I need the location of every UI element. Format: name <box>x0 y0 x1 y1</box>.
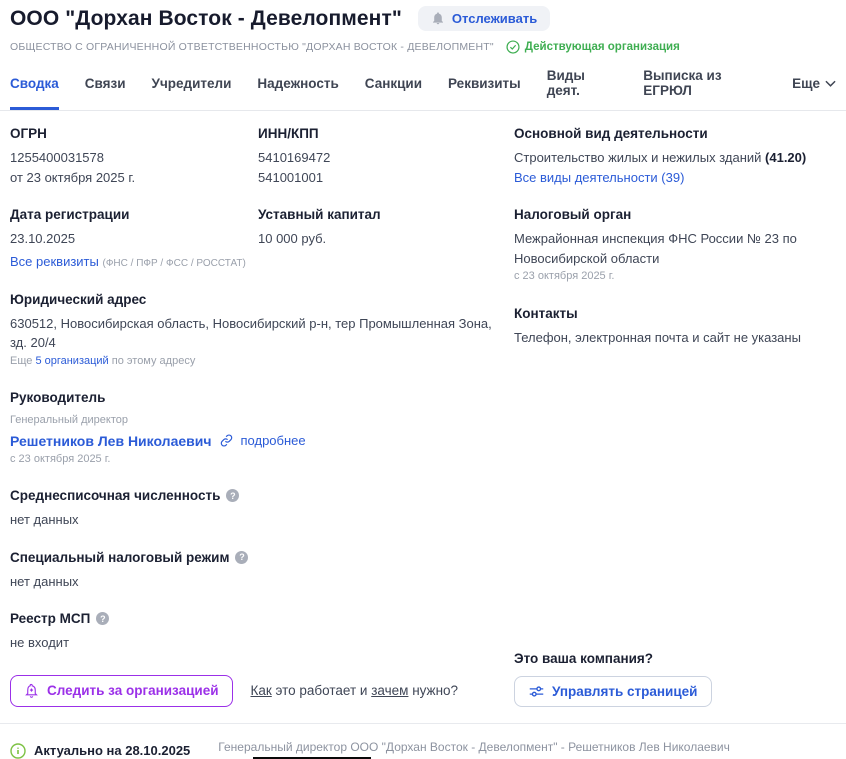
tax-authority-value: Межрайонная инспекция ФНС России № 23 по… <box>514 229 834 268</box>
company-full-name: ОБЩЕСТВО С ОГРАНИЧЕННОЙ ОТВЕТСТВЕННОСТЬЮ… <box>10 41 494 53</box>
how-link[interactable]: Как <box>251 683 272 698</box>
all-requisites-link[interactable]: Все реквизиты <box>10 254 99 269</box>
bell-plus-icon <box>24 683 39 699</box>
page-header: ООО "Дорхан Восток - Девелопмент" Отслеж… <box>0 0 846 54</box>
link-icon <box>220 434 233 447</box>
same-address-orgs-link[interactable]: 5 организаций <box>35 355 108 367</box>
your-company-block: Это ваша компания? Управлять страницей <box>514 651 836 707</box>
capital-label: Уставный капитал <box>258 207 512 222</box>
main-activity-block: Основной вид деятельности Строительство … <box>514 126 836 187</box>
requisites-note: (ФНС / ПФР / ФСС / РОССТАТ) <box>102 258 245 269</box>
inn-value: 5410169472 <box>258 148 512 168</box>
headcount-block: Среднесписочная численность ? нет данных <box>10 488 512 530</box>
capital-value: 10 000 руб. <box>258 229 512 249</box>
contacts-label: Контакты <box>514 306 836 321</box>
reg-date-value: 23.10.2025 <box>10 229 258 249</box>
all-activities-link[interactable]: Все виды деятельности (39) <box>514 170 684 185</box>
reg-date-block: Дата регистрации 23.10.2025 Все реквизит… <box>10 207 258 272</box>
headcount-help-icon[interactable]: ? <box>226 489 239 502</box>
tab-bar: Сводка Связи Учредители Надежность Санкц… <box>0 54 846 111</box>
legal-address-block: Юридический адрес 630512, Новосибирская … <box>10 292 512 371</box>
contacts-value: Телефон, электронная почта и сайт не ука… <box>514 328 836 348</box>
tab-svyazi[interactable]: Связи <box>85 68 126 110</box>
chevron-down-icon <box>825 80 836 87</box>
status-badge: Действующая организация <box>506 40 680 54</box>
ogrn-label: ОГРН <box>10 126 258 141</box>
tax-regime-label: Специальный налоговый режим <box>10 550 229 565</box>
inn-kpp-label: ИНН/КПП <box>258 126 512 141</box>
bell-icon <box>431 11 445 26</box>
ogrn-block: ОГРН 1255400031578 от 23 октября 2025 г. <box>10 126 258 187</box>
contacts-block: Контакты Телефон, электронная почта и са… <box>514 306 836 348</box>
follow-organization-button[interactable]: Следить за организацией <box>10 675 233 707</box>
check-circle-icon <box>506 40 520 54</box>
info-circle-icon <box>10 743 26 759</box>
main-activity-code: (41.20) <box>765 150 806 165</box>
why-link[interactable]: зачем <box>371 683 408 698</box>
tab-more[interactable]: Еще <box>792 68 836 110</box>
msp-value: не входит <box>10 633 512 653</box>
actual-date-label: Актуально на 28.10.2025 <box>34 743 190 758</box>
tab-rekvizity[interactable]: Реквизиты <box>448 68 521 110</box>
reg-date-label: Дата регистрации <box>10 207 258 222</box>
head-block: Руководитель Генеральный директор Решетн… <box>10 390 512 468</box>
legal-address-value: 630512, Новосибирская область, Новосибир… <box>10 314 512 353</box>
tab-more-label: Еще <box>792 76 820 91</box>
tab-svodka[interactable]: Сводка <box>10 68 59 110</box>
tax-authority-block: Налоговый орган Межрайонная инспекция ФН… <box>514 207 836 286</box>
tab-uchrediteli[interactable]: Учредители <box>152 68 232 110</box>
status-badge-label: Действующая организация <box>525 41 680 53</box>
your-company-question: Это ваша компания? <box>514 651 836 666</box>
right-column: Основной вид деятельности Строительство … <box>512 126 836 707</box>
headcount-label: Среднесписочная численность <box>10 488 220 503</box>
headcount-value: нет данных <box>10 510 512 530</box>
address-more-prefix: Еще <box>10 355 35 367</box>
page-title: ООО "Дорхан Восток - Девелопмент" <box>10 7 402 31</box>
follow-organization-label: Следить за организацией <box>47 683 219 698</box>
summary-content: ОГРН 1255400031578 от 23 октября 2025 г.… <box>0 111 846 707</box>
tax-authority-label: Налоговый орган <box>514 207 836 222</box>
kpp-value: 541001001 <box>258 168 512 188</box>
capital-block: Уставный капитал 10 000 руб. <box>258 207 512 272</box>
actual-info-row: Актуально на 28.10.2025 Генеральный дире… <box>0 724 846 759</box>
head-position: Генеральный директор <box>10 412 512 430</box>
ogrn-value: 1255400031578 <box>10 148 258 168</box>
tax-regime-help-icon[interactable]: ? <box>235 551 248 564</box>
msp-block: Реестр МСП ? не входит <box>10 611 512 653</box>
tab-vypiska-egrul[interactable]: Выписка из ЕГРЮЛ <box>643 68 766 110</box>
head-label: Руководитель <box>10 390 512 405</box>
address-more-suffix: по этому адресу <box>109 355 196 367</box>
tax-regime-value: нет данных <box>10 572 512 592</box>
follow-button-label: Отслеживать <box>452 11 537 26</box>
head-name-link[interactable]: Решетников Лев Николаевич <box>10 433 212 449</box>
manage-page-button[interactable]: Управлять страницей <box>514 676 712 707</box>
sliders-icon <box>529 685 544 698</box>
main-activity-label: Основной вид деятельности <box>514 126 836 141</box>
legal-address-label: Юридический адрес <box>10 292 512 307</box>
tax-authority-since: с 23 октября 2025 г. <box>514 268 836 286</box>
follow-button[interactable]: Отслеживать <box>418 6 550 31</box>
ogrn-date: от 23 октября 2025 г. <box>10 168 258 188</box>
tab-nadezhnost[interactable]: Надежность <box>257 68 338 110</box>
main-activity-value: Строительство жилых и нежилых зданий <box>514 150 765 165</box>
msp-help-icon[interactable]: ? <box>96 612 109 625</box>
how-it-works-text: Как это работает и зачем нужно? <box>251 683 459 698</box>
msp-label: Реестр МСП <box>10 611 90 626</box>
manage-page-label: Управлять страницей <box>552 684 697 699</box>
tab-sankcii[interactable]: Санкции <box>365 68 422 110</box>
head-since: с 23 октября 2025 г. <box>10 451 512 469</box>
company-summary-page: ООО "Дорхан Восток - Девелопмент" Отслеж… <box>0 0 846 759</box>
actual-description: Генеральный директор ООО "Дорхан Восток … <box>218 737 730 759</box>
head-details-link[interactable]: подробнее <box>241 433 306 448</box>
tab-vidy-deyat[interactable]: Виды деят. <box>547 68 618 110</box>
inn-kpp-block: ИНН/КПП 5410169472 541001001 <box>258 126 512 187</box>
tax-regime-block: Специальный налоговый режим ? нет данных <box>10 550 512 592</box>
